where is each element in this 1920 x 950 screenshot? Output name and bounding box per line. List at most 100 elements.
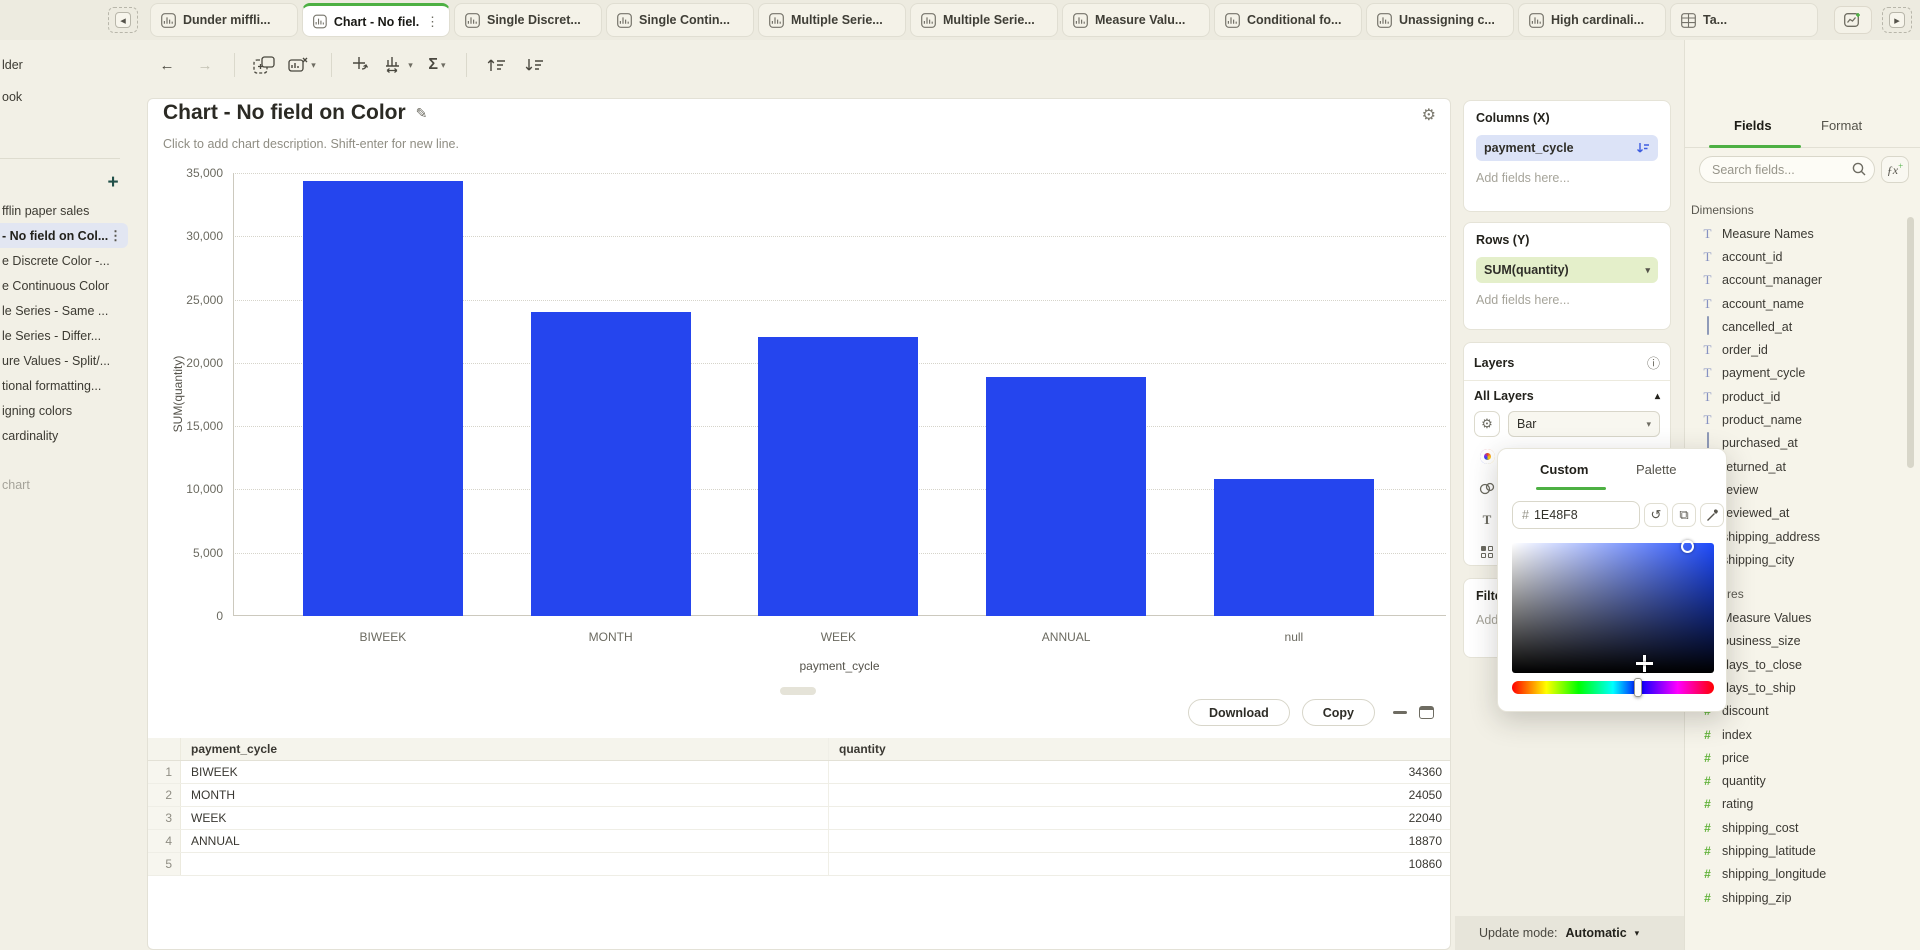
aggregate-button[interactable]: Σ ▾ [422,50,452,80]
update-mode-value[interactable]: Automatic [1566,926,1627,940]
bar-null[interactable] [1214,479,1374,616]
cell-payment-cycle[interactable]: WEEK [181,807,829,829]
workbook-tab[interactable]: Ta... [1670,3,1818,37]
sidebar-page-item[interactable]: le Series - Same ... [0,298,136,323]
reset-color-button[interactable]: ↺ [1644,503,1668,527]
sort-ascending-button[interactable] [481,50,511,80]
chart-zoom-scrollbar[interactable] [780,687,816,695]
sidebar-item-folder[interactable]: lder [2,56,23,74]
field-item-shipping-zip[interactable]: #shipping_zip [1691,886,1905,909]
bar-BIWEEK[interactable] [303,181,463,616]
workbook-tab[interactable]: Chart - No fiel...⋮ [302,3,450,37]
bar-width-button[interactable]: ▾ [384,50,414,80]
sidebar-page-item[interactable]: e Discrete Color -... [0,248,136,273]
tab-menu-icon[interactable]: ⋮ [426,14,439,30]
redo-forward-button[interactable]: → [190,50,220,80]
cell-quantity[interactable]: 18870 [829,830,1450,852]
cell-payment-cycle[interactable]: BIWEEK [181,761,829,783]
field-item-product-name[interactable]: Tproduct_name [1691,408,1905,431]
column-header-quantity[interactable]: quantity [829,738,1450,760]
add-page-button[interactable]: + [102,172,124,194]
field-item-account-name[interactable]: Taccount_name [1691,292,1905,315]
sidebar-item-chart[interactable]: chart [2,478,30,492]
maximize-icon[interactable] [1419,706,1434,719]
add-element-button[interactable] [249,50,279,80]
sidebar-page-item[interactable]: e Continuous Color [0,273,136,298]
table-row[interactable]: 2MONTH24050 [148,784,1450,807]
workbook-tab[interactable]: Measure Valu... [1062,3,1210,37]
sidebar-item-workbook[interactable]: ook [2,88,22,106]
bar-MONTH[interactable] [531,312,691,616]
field-item-payment-cycle[interactable]: Tpayment_cycle [1691,362,1905,385]
add-fields-placeholder[interactable]: Add fields here... [1476,171,1658,185]
field-item-product-id[interactable]: Tproduct_id [1691,385,1905,408]
field-item-account-manager[interactable]: Taccount_manager [1691,269,1905,292]
minimize-icon[interactable] [1393,711,1407,714]
workbook-tab[interactable]: Dunder miffli... [150,3,298,37]
field-item-cancelled-at[interactable]: cancelled_at [1691,315,1905,338]
page-menu-icon[interactable]: ⋮ [109,228,122,244]
saturation-value-gradient[interactable] [1512,543,1714,673]
swap-axes-button[interactable] [346,50,376,80]
search-fields-input[interactable] [1699,156,1875,183]
field-item-measure-names[interactable]: TMeasure Names [1691,222,1905,245]
sidebar-page-item[interactable]: fflin paper sales [0,198,136,223]
hex-color-input[interactable] [1534,508,1614,522]
field-item-rating[interactable]: #rating [1691,793,1905,816]
color-selector-dot[interactable] [1681,540,1694,553]
chart-title[interactable]: Chart - No field on Color [163,101,406,125]
copy-color-button[interactable]: ⧉ [1672,503,1696,527]
bar-WEEK[interactable] [758,337,918,616]
workbook-tab[interactable]: Single Contin... [606,3,754,37]
chart-settings-gear-icon[interactable]: ⚙ [1422,105,1436,125]
tab-fields[interactable]: Fields [1734,118,1772,133]
cell-payment-cycle[interactable]: MONTH [181,784,829,806]
tab-palette[interactable]: Palette [1636,462,1676,477]
workbook-tab[interactable]: Single Discret... [454,3,602,37]
add-formula-button[interactable]: ƒx+ [1881,156,1909,183]
workbook-tab[interactable]: Conditional fo... [1214,3,1362,37]
mark-type-select[interactable]: Bar ▾ [1508,411,1660,437]
field-item-order-id[interactable]: Torder_id [1691,338,1905,361]
edit-title-pencil-icon[interactable]: ✎ [416,105,428,122]
sidebar-page-item[interactable]: igning colors [0,398,136,423]
copy-button[interactable]: Copy [1302,699,1375,726]
clear-chart-button[interactable]: ▾ [287,50,317,80]
table-row[interactable]: 4ANNUAL18870 [148,830,1450,853]
chart-description-placeholder[interactable]: Click to add chart description. Shift-en… [163,137,459,151]
tab-custom[interactable]: Custom [1540,462,1588,477]
cell-quantity[interactable]: 22040 [829,807,1450,829]
field-pill-payment-cycle[interactable]: payment_cycle [1476,135,1658,161]
eyedropper-button[interactable] [1700,503,1724,527]
table-row[interactable]: 1BIWEEK34360 [148,761,1450,784]
workbook-tab[interactable]: Multiple Serie... [758,3,906,37]
sidebar-page-item[interactable]: le Series - Differ... [0,323,136,348]
column-header-payment-cycle[interactable]: payment_cycle [181,738,829,760]
field-item-shipping-latitude[interactable]: #shipping_latitude [1691,839,1905,862]
tab-format[interactable]: Format [1821,118,1862,133]
table-row[interactable]: 3WEEK22040 [148,807,1450,830]
expand-right-panel-button[interactable]: ▸ [1882,7,1912,33]
field-item-price[interactable]: #price [1691,746,1905,769]
cell-quantity[interactable]: 10860 [829,853,1450,875]
new-chart-tab-button[interactable] [1834,6,1872,34]
fields-scrollbar-thumb[interactable] [1907,217,1914,468]
field-item-shipping-longitude[interactable]: #shipping_longitude [1691,863,1905,886]
add-fields-placeholder[interactable]: Add fields here... [1476,293,1658,307]
workbook-tab[interactable]: Unassigning c... [1366,3,1514,37]
hue-slider[interactable] [1512,681,1714,694]
layer-settings-gear-icon[interactable]: ⚙ [1474,411,1500,437]
cell-quantity[interactable]: 24050 [829,784,1450,806]
info-icon[interactable]: ⓘ [1647,353,1660,372]
workbook-tab[interactable]: Multiple Serie... [910,3,1058,37]
field-item-quantity[interactable]: #quantity [1691,770,1905,793]
field-pill-sum-quantity[interactable]: SUM(quantity) ▾ [1476,257,1658,283]
workbook-tab[interactable]: High cardinali... [1518,3,1666,37]
download-button[interactable]: Download [1188,699,1290,726]
sidebar-page-item[interactable]: - No field on Col...⋮ [0,223,128,248]
sort-descending-button[interactable] [519,50,549,80]
sidebar-page-item[interactable]: cardinality [0,423,136,448]
bar-ANNUAL[interactable] [986,377,1146,616]
collapse-left-panel-button[interactable]: ◂ [108,7,138,33]
sidebar-page-item[interactable]: tional formatting... [0,373,136,398]
